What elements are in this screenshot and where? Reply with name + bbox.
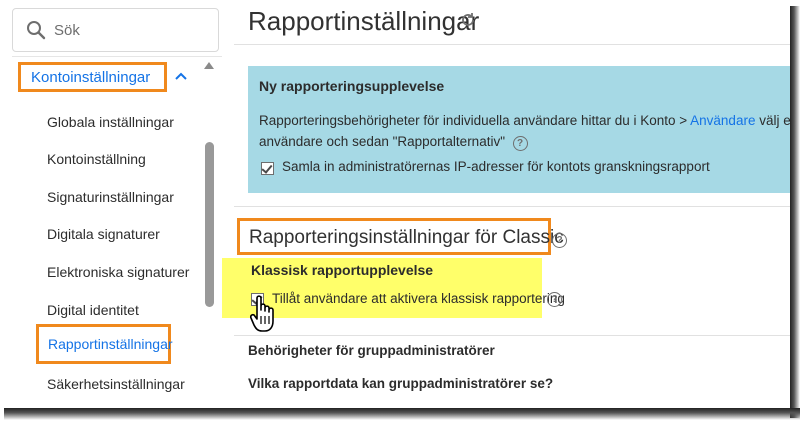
sidebar-item-security-settings[interactable]: Säkerhetsinställningar — [47, 376, 185, 392]
divider — [12, 56, 222, 57]
scrollbar-thumb[interactable] — [205, 142, 214, 307]
info-text: Rapporteringsbehörigheter för individuel… — [259, 113, 691, 128]
info-panel: Ny rapporteringsupplevelse Rapporterings… — [248, 66, 790, 193]
search-icon — [27, 21, 46, 40]
refresh-icon[interactable] — [460, 12, 476, 28]
help-icon[interactable]: ? — [547, 292, 562, 307]
help-icon[interactable]: ? — [552, 233, 567, 248]
sidebar-item-electronic-signatures[interactable]: Elektroniska signaturer — [47, 264, 189, 280]
hand-cursor-icon — [250, 295, 274, 332]
collect-ip-checkbox[interactable] — [261, 162, 274, 175]
sidebar-item-label: Rapportinställningar — [48, 336, 173, 352]
sidebar-item-digital-identity[interactable]: Digital identitet — [47, 302, 139, 318]
users-link[interactable]: Användare — [690, 113, 755, 128]
scroll-up-arrow-icon[interactable] — [204, 62, 214, 69]
info-text-line: användare och sedan "Rapportalternativ" … — [259, 134, 528, 151]
chevron-up-icon[interactable] — [175, 72, 187, 80]
app-window: Sök Kontoinställningar Globala inställni… — [0, 0, 790, 408]
search-placeholder: Sök — [54, 22, 80, 39]
sidebar-item-global-settings[interactable]: Globala inställningar — [47, 114, 174, 130]
sidebar-item-signature-settings[interactable]: Signaturinställningar — [47, 189, 174, 205]
sidebar-group-account-settings[interactable]: Kontoinställningar — [18, 62, 167, 92]
help-icon[interactable]: ? — [512, 136, 528, 151]
checkmark-icon — [261, 162, 273, 174]
sidebar-item-report-settings[interactable]: Rapportinställningar — [36, 324, 173, 364]
classic-section-heading: Rapporteringsinställningar för Classic — [237, 218, 564, 255]
group-admin-heading: Behörigheter för gruppadministratörer — [248, 343, 495, 358]
classic-heading-text: Rapporteringsinställningar för Classic — [249, 227, 564, 248]
info-text: användare och sedan "Rapportalternativ" — [259, 134, 505, 149]
main-content: Rapportinställningar Ny rapporteringsupp… — [222, 0, 790, 408]
sidebar-item-digital-signatures[interactable]: Digitala signaturer — [47, 226, 160, 242]
enable-classic-reporting-label: Tillåt användare att aktivera klassisk r… — [272, 291, 565, 306]
sidebar-group-label: Kontoinställningar — [31, 69, 151, 86]
search-input[interactable]: Sök — [12, 8, 219, 52]
group-admin-question: Vilka rapportdata kan gruppadministratör… — [248, 376, 554, 391]
divider — [234, 206, 790, 207]
sidebar-item-account-setting[interactable]: Kontoinställning — [47, 151, 146, 167]
page-title: Rapportinställningar — [248, 6, 480, 36]
sidebar: Sök Kontoinställningar Globala inställni… — [0, 0, 222, 408]
info-title: Ny rapporteringsupplevelse — [259, 78, 445, 94]
divider — [234, 335, 790, 336]
divider — [234, 44, 790, 45]
info-text: välj en — [759, 113, 790, 128]
collect-ip-label: Samla in administratörernas IP-adresser … — [282, 159, 710, 174]
info-text-line: Rapporteringsbehörigheter för individuel… — [259, 113, 790, 128]
window-shadow — [4, 408, 800, 420]
classic-subheading: Klassisk rapportupplevelse — [251, 262, 434, 278]
window-shadow — [790, 6, 800, 418]
